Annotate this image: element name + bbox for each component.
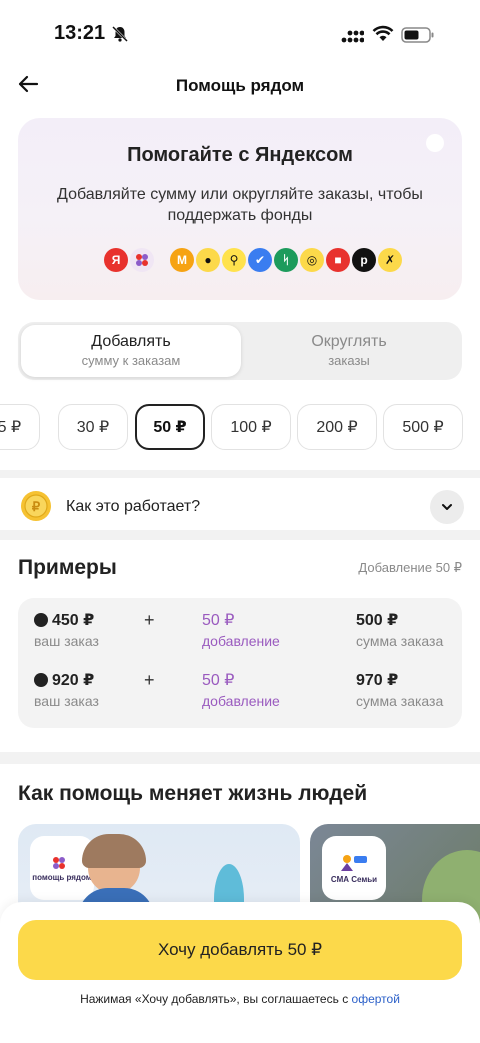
example-add: 50 ₽ добавление (202, 670, 280, 709)
segment-round-subtitle: заказы (328, 353, 370, 368)
service-icon (34, 613, 48, 627)
status-bar: 13:21 (0, 0, 480, 66)
story-logo-text: СМА Семьи (330, 874, 378, 884)
example-total-value: 500 ₽ (356, 612, 399, 629)
wifi-icon (372, 25, 394, 41)
promo-description: Добавляйте сумму или округляйте заказы, … (57, 186, 423, 224)
segment-add[interactable]: Добавлять сумму к заказам (21, 325, 241, 377)
service-icon (34, 673, 48, 687)
example-row: 920 ₽ ваш заказ + 50 ₽ добавление 970 ₽ … (18, 670, 462, 724)
mode-segmented-control: Добавлять сумму к заказам Округлять зака… (18, 322, 462, 380)
scooters-logo-icon: ⚲ (222, 248, 246, 272)
agreement-text: Нажимая «Хочу добавлять», вы соглашаетес… (0, 992, 480, 1006)
plus-sign: + (144, 610, 155, 630)
examples-note: Добавление 50 ₽ (358, 560, 462, 575)
example-total-label: сумма заказа (356, 633, 444, 649)
examples-table: 450 ₽ ваш заказ + 50 ₽ добавление 500 ₽ … (18, 598, 462, 728)
battery-icon (401, 27, 434, 43)
pay-logo-icon: р (352, 248, 376, 272)
status-time: 13:21 (54, 22, 106, 44)
example-order-value: 920 ₽ (52, 672, 95, 689)
section-divider (0, 530, 480, 540)
bell-muted-icon (112, 26, 128, 42)
amount-chip[interactable]: 200 ₽ (297, 404, 377, 450)
example-add-value: 50 ₽ (202, 672, 235, 689)
hat-figure (82, 834, 146, 868)
expand-button[interactable] (430, 490, 464, 524)
afisha-logo-icon: ✗ (378, 248, 402, 272)
example-order-label: ваш заказ (34, 693, 99, 709)
travel-logo-icon: ᛋ (274, 248, 298, 272)
help-nearby-logo-icon (53, 856, 65, 869)
example-total: 970 ₽ сумма заказа (356, 670, 443, 709)
market-logo-icon: М (170, 248, 194, 272)
amount-chip[interactable]: 15 ₽ (0, 404, 40, 450)
example-order: 920 ₽ ваш заказ (34, 670, 99, 709)
example-total-label: сумма заказа (356, 693, 444, 709)
segment-add-title: Добавлять (91, 333, 171, 350)
agreement-prefix: Нажимая «Хочу добавлять», вы соглашаетес… (80, 992, 349, 1006)
stories-title: Как помощь меняет жизнь людей (18, 782, 368, 805)
example-order: 450 ₽ ваш заказ (34, 610, 99, 649)
sma-families-logo-icon (341, 854, 367, 871)
how-it-works-label: Как это работает? (66, 498, 201, 515)
plus-sign: + (144, 670, 155, 690)
example-total-value: 970 ₽ (356, 672, 399, 689)
add-amount-button[interactable]: Хочу добавлять 50 ₽ (18, 920, 462, 980)
segment-round[interactable]: Округлять заказы (239, 325, 459, 377)
yandex-logo-icon: Я (104, 248, 128, 272)
example-add-value: 50 ₽ (202, 612, 235, 629)
delivery-logo-icon: ✔ (248, 248, 272, 272)
header: Помощь рядом (0, 66, 480, 110)
promo-title: Помогайте с Яндексом (127, 144, 353, 166)
example-order-label: ваш заказ (34, 633, 99, 649)
examples-title: Примеры (18, 556, 117, 579)
example-add-label: добавление (202, 633, 280, 649)
example-add-label: добавление (202, 693, 280, 709)
example-add: 50 ₽ добавление (202, 610, 280, 649)
story-logo-text: помощь рядом (32, 872, 92, 882)
example-total: 500 ₽ сумма заказа (356, 610, 443, 649)
segment-add-subtitle: сумму к заказам (81, 353, 181, 368)
help-nearby-logo: помощь рядом (30, 836, 94, 900)
content[interactable]: Помогайте с Яндексом Добавляйте сумму ил… (0, 110, 480, 1043)
offer-link[interactable]: офертой (352, 992, 400, 1006)
example-order-value: 450 ₽ (52, 612, 95, 629)
amount-chips: 15 ₽ 30 ₽ 50 ₽ 100 ₽ 200 ₽ 500 ₽ (0, 404, 480, 450)
amount-chip-selected[interactable]: 50 ₽ (135, 404, 205, 450)
lavka-logo-icon: ■ (326, 248, 350, 272)
sma-families-logo: СМА Семьи (322, 836, 386, 900)
amount-chip[interactable]: 100 ₽ (211, 404, 291, 450)
partner-logos: Я М ● ⚲ ✔ ᛋ ◎ ■ р ✗ (104, 246, 404, 274)
signal-icon (341, 30, 364, 43)
amount-chip[interactable]: 30 ₽ (58, 404, 128, 450)
chevron-down-icon (442, 504, 452, 510)
promo-card: Помогайте с Яндексом Добавляйте сумму ил… (18, 118, 462, 300)
example-row: 450 ₽ ваш заказ + 50 ₽ добавление 500 ₽ … (18, 610, 462, 664)
page-title: Помощь рядом (175, 76, 305, 95)
amount-chip[interactable]: 500 ₽ (383, 404, 463, 450)
coin-icon: ₽ (21, 491, 51, 521)
segment-round-title: Округлять (311, 333, 387, 350)
help-nearby-logo-icon (130, 248, 154, 272)
how-it-works[interactable]: ₽ Как это работает? (0, 470, 480, 530)
svg-text:₽: ₽ (32, 499, 41, 514)
music-logo-icon: ◎ (300, 248, 324, 272)
examples-section: Примеры Добавление 50 ₽ 450 ₽ ваш заказ … (0, 540, 480, 764)
eats-logo-icon: ● (196, 248, 220, 272)
bottom-panel: Хочу добавлять 50 ₽ Нажимая «Хочу добавл… (0, 902, 480, 1043)
section-divider (0, 752, 480, 764)
